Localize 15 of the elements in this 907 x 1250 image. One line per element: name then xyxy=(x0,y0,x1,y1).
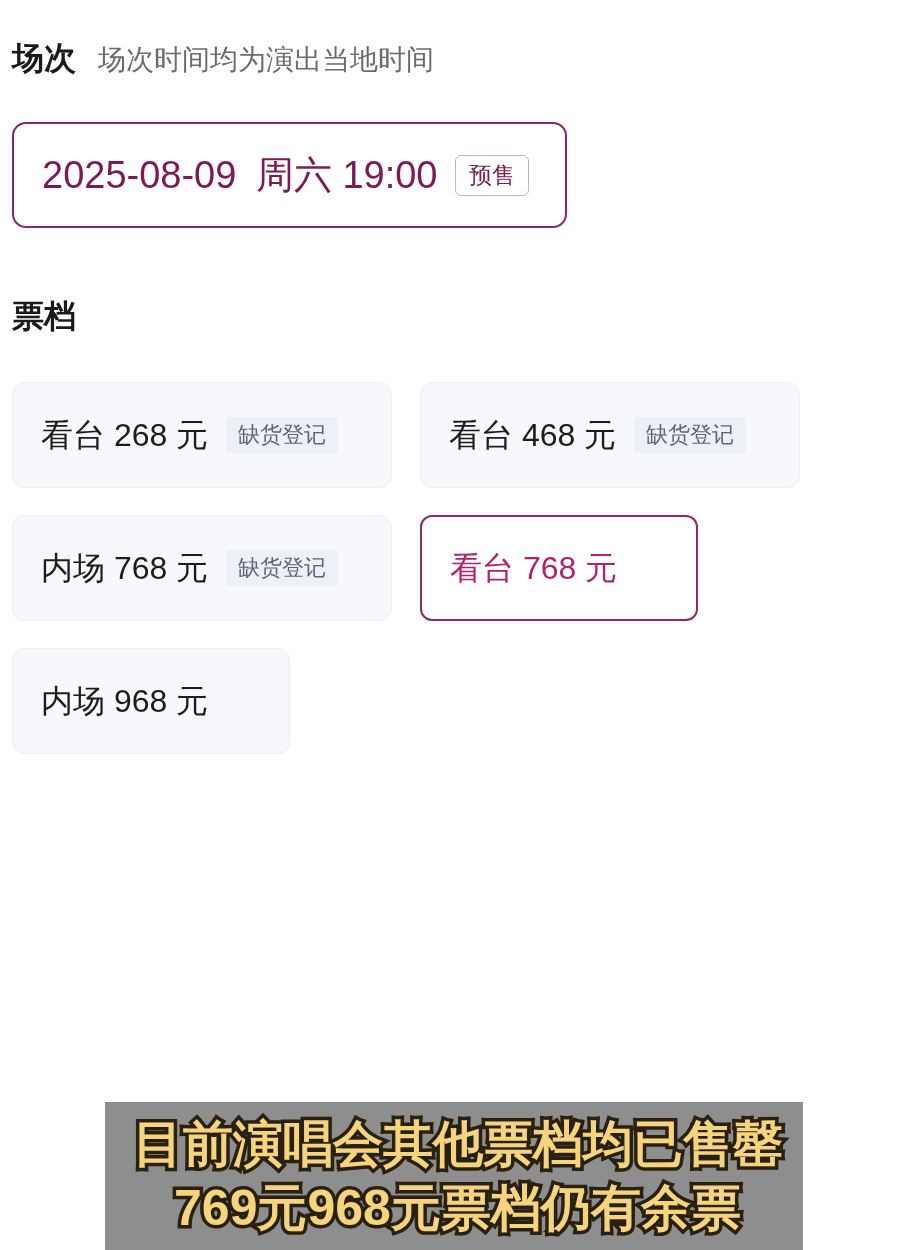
ticket-tier-option[interactable]: 内场 768 元 缺货登记 xyxy=(12,515,392,621)
caption-text: 769元968元票档仍有余票 xyxy=(174,1179,741,1238)
ticket-tier-option[interactable]: 内场 968 元 xyxy=(12,648,290,754)
caption-text: 目前演唱会其他票档均已售罄 xyxy=(132,1115,783,1174)
session-option[interactable]: 2025-08-09 周六 19:00 预售 xyxy=(12,122,568,228)
ticket-tier-option[interactable]: 看台 468 元 缺货登记 xyxy=(420,382,800,488)
restock-tag[interactable]: 缺货登记 xyxy=(226,550,339,586)
ticket-tier-option[interactable]: 看台 768 元 xyxy=(420,515,698,621)
restock-tag[interactable]: 缺货登记 xyxy=(634,417,747,453)
section-note: 场次时间均为演出当地时间 xyxy=(98,43,434,77)
restock-tag[interactable]: 缺货登记 xyxy=(226,417,339,453)
presale-tag: 预售 xyxy=(455,154,530,196)
section-heading: 场次 xyxy=(12,39,76,78)
section-heading: 票档 xyxy=(12,297,76,336)
ticket-tier-option[interactable]: 看台 268 元 缺货登记 xyxy=(12,382,392,488)
